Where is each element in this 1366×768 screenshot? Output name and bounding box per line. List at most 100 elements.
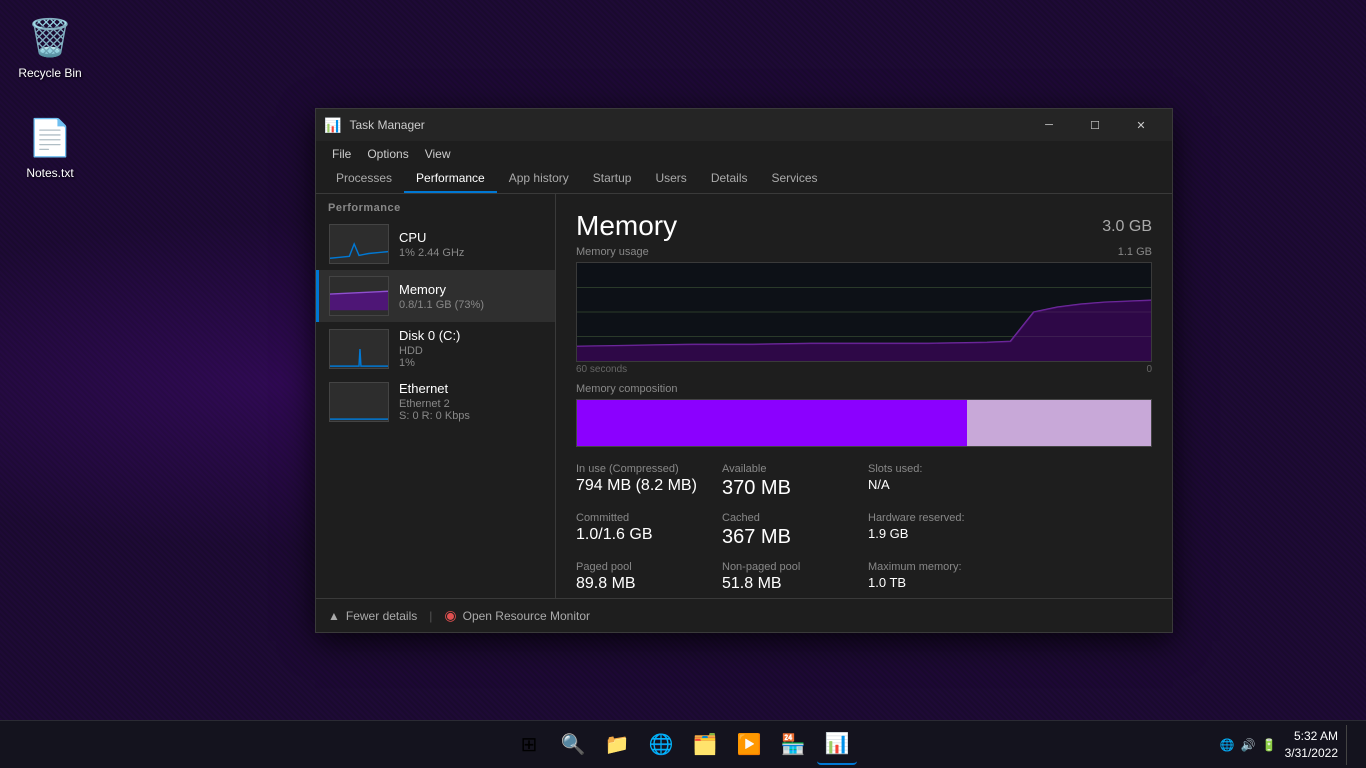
paged-pool-value: 89.8 MB (576, 575, 714, 593)
max-memory-value: 1.0 TB (868, 575, 1006, 590)
desktop-icon-notes[interactable]: 📄 Notes.txt (10, 110, 90, 184)
memory-header: Memory 3.0 GB (576, 210, 1152, 242)
maximize-button[interactable]: ☐ (1072, 109, 1118, 141)
system-tray: 🌐 🔊 🔋 (1220, 738, 1277, 752)
available-label: Available (722, 463, 860, 475)
memory-title: Memory (576, 210, 677, 242)
recycle-bin-label: Recycle Bin (18, 66, 81, 80)
paged-pool-stat: Paged pool 89.8 MB (576, 561, 714, 593)
tab-services[interactable]: Services (760, 165, 830, 193)
open-resource-monitor-button[interactable]: ◉ Open Resource Monitor (444, 607, 590, 624)
cpu-subtitle: 1% 2.44 GHz (399, 247, 545, 259)
taskmanager-button[interactable]: 📊 (817, 725, 857, 765)
disk-title: Disk 0 (C:) (399, 328, 545, 343)
tab-startup[interactable]: Startup (581, 165, 644, 193)
hardware-reserved-stat: Hardware reserved: 1.9 GB (868, 512, 1006, 549)
show-desktop-button[interactable] (1346, 725, 1354, 765)
main-content: Performance CPU 1% 2.44 GHz Memory 0.8/1… (316, 194, 1172, 598)
title-bar-text: Task Manager (349, 118, 424, 132)
cpu-title: CPU (399, 230, 545, 245)
non-paged-pool-label: Non-paged pool (722, 561, 860, 573)
committed-stat: Committed 1.0/1.6 GB (576, 512, 714, 549)
store-button[interactable]: 🏪 (773, 725, 813, 765)
spacer (1014, 463, 1152, 500)
ethernet-thumb (329, 382, 389, 422)
start-button[interactable]: ⊞ (509, 725, 549, 765)
minimize-button[interactable]: ─ (1026, 109, 1072, 141)
disk-info: Disk 0 (C:) HDD1% (399, 328, 545, 369)
clock[interactable]: 5:32 AM 3/31/2022 (1285, 728, 1338, 762)
menu-bar: FileOptionsView (316, 141, 1172, 165)
hardware-reserved-value: 1.9 GB (868, 526, 1006, 541)
ethernet-title: Ethernet (399, 381, 545, 396)
timeline-left: 60 seconds (576, 364, 627, 375)
taskbar: ⊞🔍📁🌐🗂️▶️🏪📊 🌐 🔊 🔋 5:32 AM 3/31/2022 (0, 720, 1366, 768)
paged-pool-label: Paged pool (576, 561, 714, 573)
perf-item-memory[interactable]: Memory 0.8/1.1 GB (73%) (316, 270, 555, 322)
volume-icon: 🔊 (1241, 738, 1256, 752)
task-manager-window: 📊 Task Manager ─ ☐ ✕ FileOptionsView Pro… (315, 108, 1173, 633)
memory-chart (576, 262, 1152, 362)
comp-used (577, 400, 967, 446)
edge-button[interactable]: 🌐 (641, 725, 681, 765)
composition-label: Memory composition (576, 383, 1152, 395)
menu-file[interactable]: File (324, 143, 359, 165)
hardware-reserved-label: Hardware reserved: (868, 512, 1006, 524)
task-manager-icon: 📊 (324, 117, 341, 134)
fewer-details-label: Fewer details (346, 609, 417, 623)
memory-subtitle: 0.8/1.1 GB (73%) (399, 299, 545, 311)
cached-value: 367 MB (722, 526, 860, 549)
stats-grid: In use (Compressed) 794 MB (8.2 MB) Avai… (576, 463, 1152, 593)
memory-thumb (329, 276, 389, 316)
recycle-bin-icon: 🗑️ (26, 14, 74, 62)
separator: | (429, 609, 432, 623)
files-button[interactable]: 🗂️ (685, 725, 725, 765)
perf-item-disk[interactable]: Disk 0 (C:) HDD1% (316, 322, 555, 375)
title-bar-left: 📊 Task Manager (324, 117, 425, 134)
tab-bar: ProcessesPerformanceApp historyStartupUs… (316, 165, 1172, 194)
comp-available (967, 400, 1151, 446)
media-button[interactable]: ▶️ (729, 725, 769, 765)
timeline-right: 0 (1146, 364, 1152, 375)
tab-performance[interactable]: Performance (404, 165, 497, 193)
file-explorer-button[interactable]: 📁 (597, 725, 637, 765)
menu-options[interactable]: Options (359, 143, 416, 165)
close-button[interactable]: ✕ (1118, 109, 1164, 141)
memory-info: Memory 0.8/1.1 GB (73%) (399, 282, 545, 311)
slots-used-label: Slots used: (868, 463, 1006, 475)
network-icon: 🌐 (1220, 738, 1235, 752)
ethernet-subtitle: Ethernet 2S: 0 R: 0 Kbps (399, 398, 545, 422)
committed-label: Committed (576, 512, 714, 524)
tab-details[interactable]: Details (699, 165, 760, 193)
disk-thumb (329, 329, 389, 369)
desktop-icon-recycle-bin[interactable]: 🗑️ Recycle Bin (10, 10, 90, 84)
perf-item-cpu[interactable]: CPU 1% 2.44 GHz (316, 218, 555, 270)
performance-label: Performance (316, 194, 555, 218)
chevron-up-icon: ▲ (328, 609, 340, 623)
non-paged-pool-value: 51.8 MB (722, 575, 860, 593)
memory-total: 3.0 GB (1102, 218, 1152, 236)
available-value: 370 MB (722, 477, 860, 500)
perf-item-ethernet[interactable]: Ethernet Ethernet 2S: 0 R: 0 Kbps (316, 375, 555, 428)
cached-stat: Cached 367 MB (722, 512, 860, 549)
available-stat: Available 370 MB (722, 463, 860, 500)
slots-used-value: N/A (868, 477, 1006, 492)
left-panel: Performance CPU 1% 2.44 GHz Memory 0.8/1… (316, 194, 556, 598)
notes-label: Notes.txt (26, 166, 73, 180)
max-memory-label: Maximum memory: (868, 561, 1006, 573)
tab-app-history[interactable]: App history (497, 165, 581, 193)
cpu-thumb (329, 224, 389, 264)
chart-section: Memory usage 1.1 GB (576, 246, 1152, 375)
chart-label-row: Memory usage 1.1 GB (576, 246, 1152, 258)
window-controls: ─ ☐ ✕ (1026, 109, 1164, 141)
clock-time: 5:32 AM (1285, 728, 1338, 745)
notes-icon: 📄 (26, 114, 74, 162)
fewer-details-button[interactable]: ▲ Fewer details (328, 609, 417, 623)
search-button[interactable]: 🔍 (553, 725, 593, 765)
clock-date: 3/31/2022 (1285, 745, 1338, 762)
tab-processes[interactable]: Processes (324, 165, 404, 193)
menu-view[interactable]: View (417, 143, 459, 165)
battery-icon: 🔋 (1262, 738, 1277, 752)
composition-bar (576, 399, 1152, 447)
tab-users[interactable]: Users (643, 165, 698, 193)
